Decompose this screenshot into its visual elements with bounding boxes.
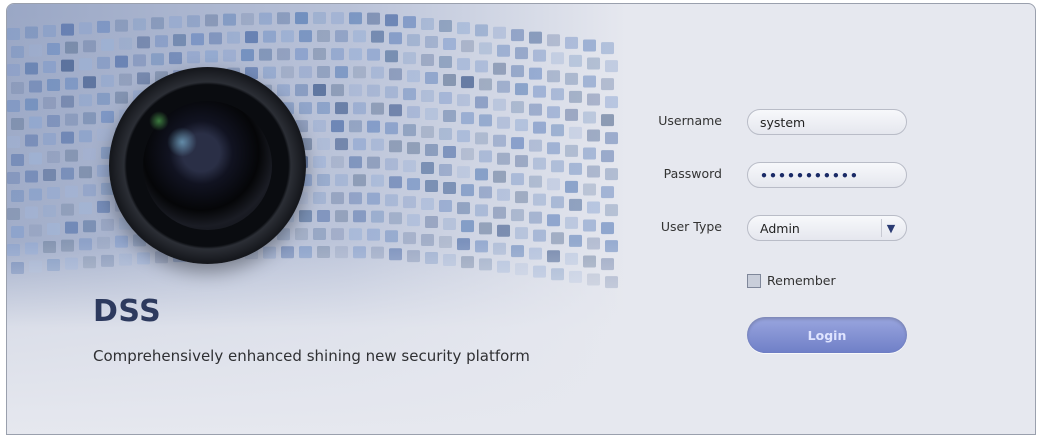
video-wall-background [7, 4, 627, 434]
product-title: DSS [93, 294, 162, 329]
login-button[interactable]: Login [747, 317, 907, 353]
chevron-down-icon[interactable]: ▼ [881, 219, 900, 237]
hero-banner: DSS Comprehensively enhanced shining new… [7, 4, 627, 434]
user-type-label: User Type [660, 219, 722, 234]
login-form: Username Password User Type Admin ▼ Reme… [637, 4, 1035, 434]
password-input[interactable] [747, 162, 907, 188]
remember-row: Remember [747, 273, 836, 288]
remember-checkbox[interactable] [747, 273, 761, 288]
user-type-value: Admin [760, 220, 800, 236]
product-tagline: Comprehensively enhanced shining new sec… [93, 347, 530, 365]
password-label: Password [663, 166, 722, 181]
lens-glint [167, 127, 197, 157]
lens-glint-green [149, 111, 169, 131]
login-window: DSS Comprehensively enhanced shining new… [6, 3, 1036, 435]
user-type-dropdown[interactable]: Admin ▼ [747, 215, 907, 241]
username-input[interactable] [747, 109, 907, 135]
camera-lens-image [109, 67, 306, 264]
remember-label[interactable]: Remember [767, 273, 836, 288]
user-type-select[interactable]: Admin ▼ [747, 215, 907, 241]
username-label: Username [658, 113, 722, 128]
